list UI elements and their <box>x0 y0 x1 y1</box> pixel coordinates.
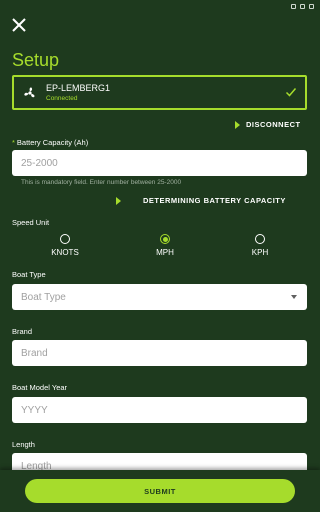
check-icon <box>285 88 297 97</box>
radio-label: MPH <box>156 248 174 257</box>
speed-unit-radio-group: KNOTS MPH KPH <box>0 234 320 260</box>
page-title: Setup <box>12 50 60 70</box>
length-label: Length <box>12 440 35 449</box>
radio-circle <box>60 234 70 244</box>
required-mark: * <box>12 138 15 147</box>
status-icon <box>309 3 314 9</box>
speed-unit-label: Speed Unit <box>12 218 50 227</box>
submit-button[interactable]: SUBMIT <box>25 479 295 503</box>
radio-knots[interactable]: KNOTS <box>45 234 85 257</box>
radio-circle <box>160 234 170 244</box>
fan-icon <box>24 86 35 97</box>
disconnect-label: DISCONNECT <box>246 120 301 129</box>
device-name: EP-LEMBERG1 <box>46 83 111 93</box>
boat-type-select[interactable]: Boat Type <box>12 284 307 310</box>
radio-dot <box>162 236 168 242</box>
battery-capacity-label-text: Battery Capacity (Ah) <box>16 138 89 147</box>
device-card[interactable]: EP-LEMBERG1 Connected <box>12 75 307 110</box>
disconnect-button[interactable]: DISCONNECT <box>235 120 301 129</box>
play-icon <box>235 120 240 129</box>
status-icon <box>291 3 296 9</box>
boat-type-label: Boat Type <box>12 270 46 279</box>
status-bar <box>0 0 320 12</box>
battery-capacity-input[interactable] <box>12 150 307 176</box>
brand-label: Brand <box>12 327 33 336</box>
status-icon <box>300 3 305 9</box>
radio-kph[interactable]: KPH <box>240 234 280 257</box>
battery-capacity-label: * Battery Capacity (Ah) <box>12 138 88 147</box>
close-icon <box>12 18 26 32</box>
determine-capacity-label: DETERMINING BATTERY CAPACITY <box>143 196 286 205</box>
radio-label: KPH <box>251 248 269 257</box>
boat-type-placeholder: Boat Type <box>21 291 66 303</box>
model-year-input[interactable] <box>12 397 307 423</box>
play-icon <box>116 196 121 205</box>
brand-input[interactable] <box>12 340 307 366</box>
radio-label: KNOTS <box>51 248 79 257</box>
radio-circle <box>255 234 265 244</box>
close-button[interactable] <box>10 16 28 34</box>
device-status: Connected <box>46 95 78 102</box>
bottom-bar: SUBMIT <box>0 470 320 512</box>
chevron-down-icon <box>291 295 297 299</box>
radio-mph[interactable]: MPH <box>145 234 185 257</box>
model-year-label: Boat Model Year <box>12 383 68 392</box>
battery-capacity-helper: This is mandatory field. Enter number be… <box>21 179 182 186</box>
determine-capacity-button[interactable]: DETERMINING BATTERY CAPACITY <box>116 196 286 205</box>
